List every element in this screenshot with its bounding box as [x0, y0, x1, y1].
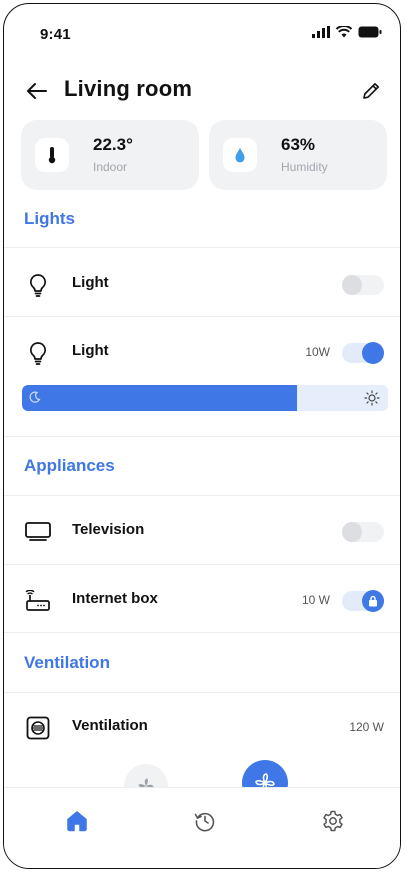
divider — [4, 495, 400, 496]
television-icon — [24, 519, 52, 545]
water-drop-icon — [223, 138, 257, 172]
section-title-ventilation: Ventilation — [24, 653, 110, 672]
television-label: Television — [72, 521, 145, 538]
battery-icon — [358, 26, 382, 38]
section-title-lights: Lights — [24, 209, 75, 228]
ventilation-icon — [24, 715, 52, 741]
toggle-knob — [362, 342, 384, 364]
internet-box-power: 10 W — [301, 593, 330, 607]
indoor-temperature-card[interactable]: 22.3° Indoor — [21, 120, 199, 190]
divider — [4, 564, 400, 565]
television-row: Television — [4, 501, 400, 561]
wifi-icon — [336, 26, 352, 38]
divider — [4, 247, 400, 248]
nav-settings[interactable] — [318, 806, 348, 836]
thermometer-icon — [35, 138, 69, 172]
nav-home[interactable] — [62, 806, 92, 836]
light-power: 10W — [305, 345, 330, 359]
edit-pencil-icon[interactable] — [360, 80, 382, 102]
brightness-slider[interactable] — [22, 385, 388, 411]
humidity-label: Humidity — [281, 160, 328, 174]
ventilation-power: 120 W — [349, 720, 384, 734]
sensor-cards: 22.3° Indoor 63% Humidity — [21, 120, 387, 190]
television-toggle[interactable] — [342, 522, 384, 542]
toggle-knob — [342, 522, 362, 542]
divider — [4, 436, 400, 437]
section-title-appliances: Appliances — [24, 456, 115, 475]
brightness-fill — [22, 385, 297, 411]
status-bar: 9:41 — [4, 4, 400, 64]
indoor-temperature-value: 22.3° — [93, 135, 133, 154]
phone-frame: 9:41 Living room 22.3° Indoor 63% Humidi… — [3, 3, 401, 869]
router-icon — [24, 588, 52, 614]
moon-icon — [29, 391, 41, 403]
lightbulb-icon — [24, 272, 52, 298]
bottom-navigation — [4, 787, 400, 868]
ventilation-label: Ventilation — [72, 717, 148, 734]
ventilation-row: Ventilation 120 W — [4, 697, 400, 757]
internet-box-toggle[interactable] — [342, 590, 384, 612]
internet-box-label: Internet box — [72, 590, 158, 607]
light-row-2: Light 10W — [4, 322, 400, 382]
gear-icon — [323, 810, 343, 832]
lock-icon — [369, 595, 377, 607]
light-2-toggle[interactable] — [342, 342, 384, 364]
divider — [4, 316, 400, 317]
humidity-value: 63% — [281, 135, 316, 154]
light-row-1: Light — [4, 254, 400, 314]
page-title: Living room — [64, 76, 193, 101]
light-label: Light — [72, 274, 109, 291]
sun-icon — [364, 390, 380, 406]
internet-box-row: Internet box 10 W — [4, 570, 400, 630]
back-arrow-icon[interactable] — [24, 78, 50, 104]
home-icon — [67, 811, 87, 832]
divider — [4, 692, 400, 693]
status-time: 9:41 — [40, 26, 71, 43]
divider — [4, 632, 400, 633]
signal-icon — [312, 26, 330, 38]
light-label: Light — [72, 342, 109, 359]
toggle-knob — [342, 275, 362, 295]
humidity-card[interactable]: 63% Humidity — [209, 120, 387, 190]
toggle-knob — [362, 590, 384, 612]
history-clock-icon — [194, 812, 215, 832]
indoor-temperature-label: Indoor — [93, 160, 128, 174]
status-icons — [312, 26, 382, 38]
lightbulb-icon — [24, 340, 52, 366]
header: Living room — [4, 72, 400, 112]
nav-history[interactable] — [190, 806, 220, 836]
light-1-toggle[interactable] — [342, 275, 384, 295]
